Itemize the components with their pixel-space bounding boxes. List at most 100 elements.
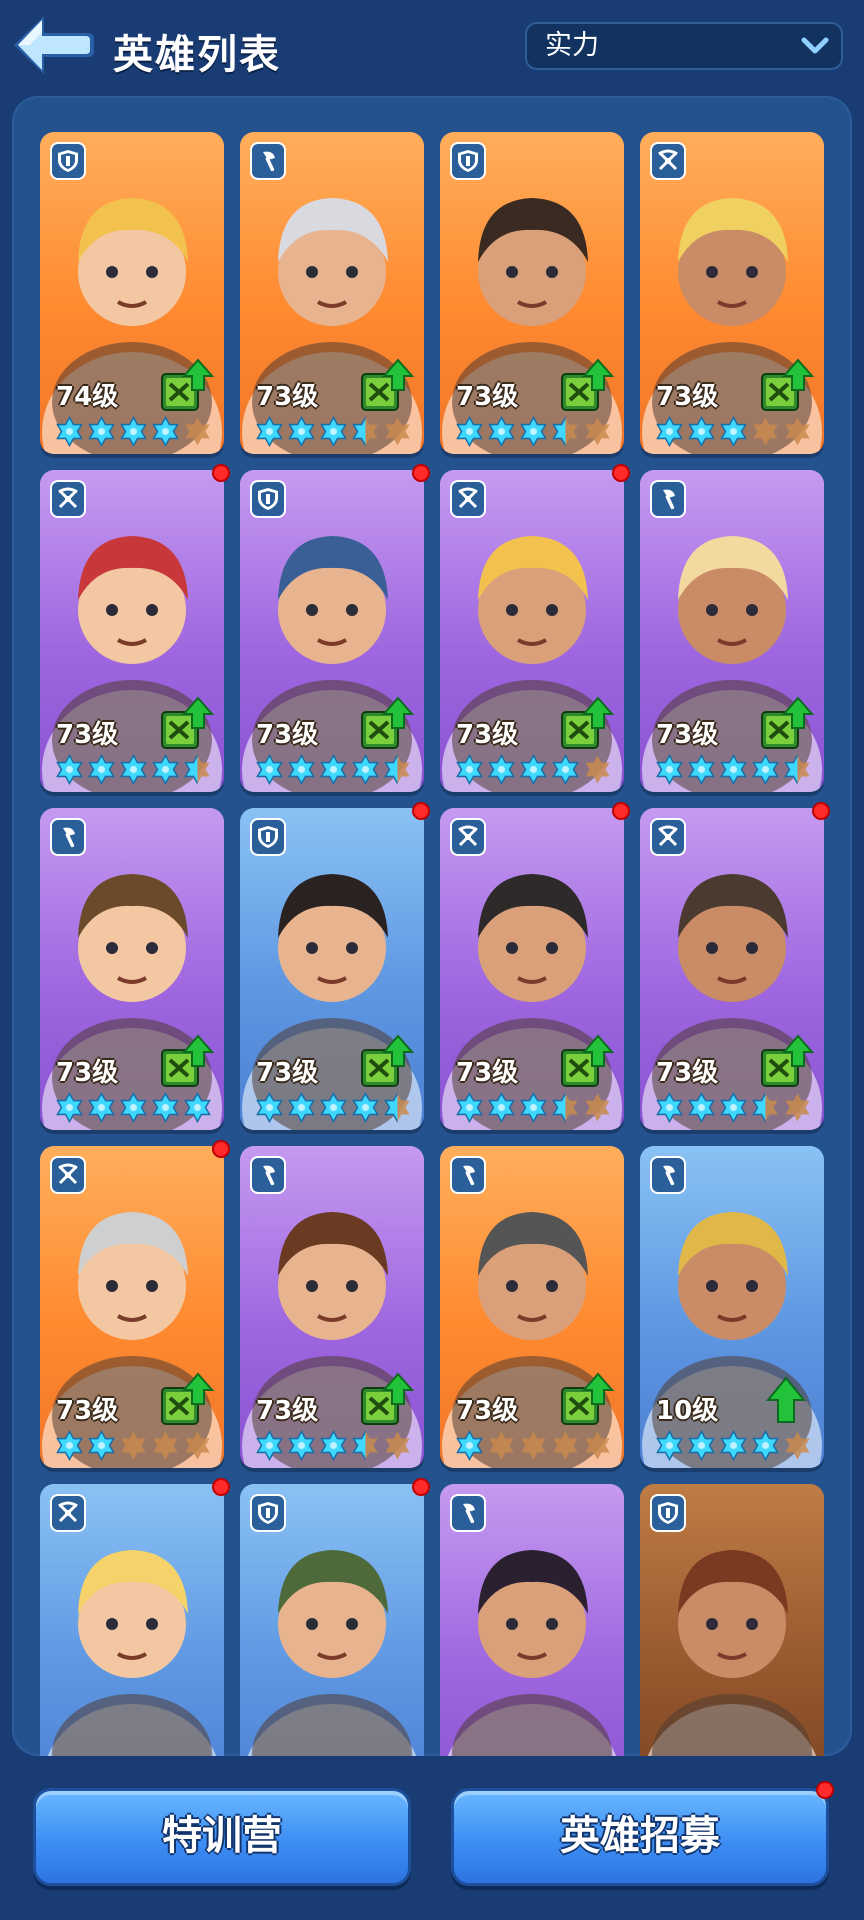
hero-card[interactable]: 73级 [440,1146,624,1468]
hero-level: 73级 [656,1058,719,1088]
hero-level: 73级 [656,720,719,750]
hero-level: 10级 [656,1396,719,1426]
crossbow-icon [450,818,486,856]
hero-card[interactable]: 73级 [240,802,430,1130]
hero-card[interactable]: 73级 [240,1146,424,1468]
crossbow-icon [50,1494,86,1532]
star-empty-icon [382,416,413,447]
star-filled-icon [318,415,349,448]
notification-dot [212,1140,230,1158]
hero-recruit-button[interactable]: 英雄招募 [451,1781,834,1886]
star-half-icon [182,754,213,785]
hero-card-background: 74级 [40,132,224,454]
hero-card-background [440,1484,624,1756]
hero-card[interactable] [440,1484,624,1756]
hero-card-background: 73级 [240,808,424,1130]
star-filled-icon [86,1429,117,1462]
star-filled-icon [686,415,717,448]
star-filled-icon [486,753,517,786]
star-filled-icon [150,753,181,786]
training-camp-button[interactable]: 特训营 [33,1788,411,1886]
star-filled-icon [86,1091,117,1124]
hero-card[interactable]: 73级 [40,464,230,792]
hero-grid: 74级 73级 73级 73级 73级 73级 73级 73级 73级 73级 73级 73级 73级 7… [12,96,852,1756]
hero-card[interactable]: 73级 [40,1140,230,1468]
hero-card-background: 73级 [440,1146,624,1468]
hero-card[interactable]: 73级 [640,802,830,1130]
sort-selected-value: 实力 [545,30,599,61]
page-title: 英雄列表 [113,32,281,78]
axe-icon [50,818,86,856]
hero-card-background: 10级 [640,1146,824,1468]
hero-level: 73级 [456,1058,519,1088]
star-filled-icon [654,1429,685,1462]
hero-level: 73级 [256,720,319,750]
star-rating [454,415,613,448]
sort-dropdown[interactable]: 实力 [525,22,843,70]
star-empty-icon [582,1092,613,1123]
star-empty-icon [582,416,613,447]
star-filled-icon [718,753,749,786]
top-bar: 英雄列表 实力 [0,0,864,95]
hero-card[interactable]: 73级 [640,470,824,792]
star-filled-icon [654,1091,685,1124]
notification-dot [412,1478,430,1496]
book-upgrade-icon [358,1034,415,1090]
star-filled-icon [654,415,685,448]
star-filled-icon [118,415,149,448]
star-filled-icon [686,1429,717,1462]
star-rating [254,1091,413,1124]
star-filled-icon [254,1091,285,1124]
training-camp-label: 特训营 [162,1813,282,1859]
book-upgrade-icon [558,696,615,752]
book-upgrade-icon [758,358,815,414]
star-filled-icon [54,753,85,786]
hero-card[interactable] [640,1484,824,1756]
hero-card[interactable]: 73级 [640,132,824,454]
star-half-icon [750,1092,781,1123]
star-filled-icon [454,753,485,786]
star-rating [54,1429,213,1462]
notification-dot [412,802,430,820]
book-upgrade-icon [358,696,415,752]
crossbow-icon [450,480,486,518]
star-filled-icon [686,753,717,786]
hero-list-panel[interactable]: 74级 73级 73级 73级 73级 73级 73级 73级 73级 73级 73级 73级 73级 7… [12,96,852,1756]
hero-card-background: 73级 [240,470,424,792]
hero-card-background: 73级 [240,1146,424,1468]
star-empty-icon [118,1430,149,1461]
hero-recruit-label: 英雄招募 [560,1813,720,1859]
hero-level: 73级 [456,720,519,750]
back-button[interactable] [10,12,94,78]
star-empty-icon [782,1092,813,1123]
star-rating [454,1429,613,1462]
hero-level: 73级 [656,382,719,412]
hero-card[interactable]: 10级 [640,1146,824,1468]
star-filled-icon [718,415,749,448]
star-rating [254,1429,413,1462]
star-half-icon [350,416,381,447]
star-rating [54,1091,213,1124]
star-filled-icon [54,1429,85,1462]
hero-card[interactable]: 74级 [40,132,224,454]
hero-card[interactable] [40,1478,230,1756]
hero-card[interactable]: 73级 [440,802,630,1130]
hero-card[interactable]: 73级 [440,464,630,792]
hero-card[interactable]: 73级 [40,808,224,1130]
star-filled-icon [654,753,685,786]
back-arrow-icon [14,16,94,74]
book-upgrade-icon [158,1034,215,1090]
hero-card[interactable] [240,1478,430,1756]
star-filled-icon [286,415,317,448]
hero-card[interactable]: 73级 [240,464,430,792]
hero-card[interactable]: 73级 [240,132,424,454]
star-filled-icon [86,415,117,448]
star-empty-icon [782,1430,813,1461]
hero-card[interactable]: 73级 [440,132,624,454]
star-filled-icon [486,1091,517,1124]
star-filled-icon [286,1429,317,1462]
star-filled-icon [550,753,581,786]
hero-level: 73级 [256,382,319,412]
shield-icon [450,142,486,180]
shield-icon [250,818,286,856]
